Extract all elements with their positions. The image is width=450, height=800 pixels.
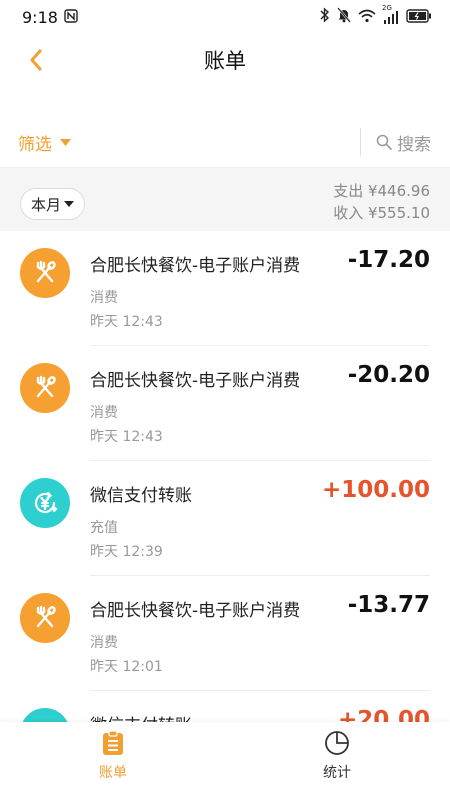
back-button[interactable] [22,46,50,74]
transaction-row[interactable]: 合肥长快餐饮-电子账户消费 消费 昨天 12:43 -17.20 [0,231,450,346]
totals: 支出 ¥446.96 收入 ¥555.10 [333,180,430,224]
tab-bill-label: 账单 [99,765,127,781]
status-left: 9:18 [22,8,78,27]
chevron-left-icon [30,49,42,71]
transaction-title: 合肥长快餐饮-电子账户消费 [90,371,301,391]
page-title: 账单 [204,49,246,73]
expense-total: 支出 ¥446.96 [333,182,430,200]
bill-list-icon [103,730,123,755]
transaction-time: 昨天 12:43 [90,429,163,445]
transaction-amount: +20.00 [337,707,430,722]
network-badge: 2G [382,4,392,12]
transaction-time: 昨天 12:43 [90,314,163,330]
transaction-category: 消费 [90,635,118,651]
fork-spoon-icon [20,363,70,413]
transaction-title: 合肥长快餐饮-电子账户消费 [90,601,301,621]
yuan-transfer-icon [20,708,70,722]
filter-label: 筛选 [18,134,52,155]
transaction-amount: -13.77 [347,592,430,618]
month-label: 本月 [31,195,62,214]
caret-down-icon [60,138,71,146]
transaction-row[interactable]: 合肥长快餐饮-电子账户消费 消费 昨天 12:01 -13.77 [0,576,450,691]
nav-bar: 账单 [0,34,450,86]
nfc-icon [64,8,78,27]
status-time: 9:18 [22,7,58,27]
bluetooth-icon [320,7,330,27]
month-summary: 本月 支出 ¥446.96 收入 ¥555.10 [0,167,450,231]
wifi-icon [358,8,376,27]
status-right: 2G [320,4,432,27]
search-icon [376,134,392,150]
filter-divider [360,128,361,156]
mute-bell-icon [337,7,351,27]
fork-spoon-icon [20,593,70,643]
search-button[interactable]: 搜索 [376,126,431,158]
transaction-category: 消费 [90,405,118,421]
transaction-amount: -20.20 [347,362,430,388]
transaction-title: 合肥长快餐饮-电子账户消费 [90,256,301,276]
cellular-signal-icon: 2G [382,4,399,24]
transaction-title: 微信支付转账 [90,486,192,506]
battery-icon [406,8,432,27]
caret-down-icon [64,201,75,207]
transaction-category: 消费 [90,290,118,306]
status-bar: 9:18 2G [0,0,450,34]
transaction-amount: +100.00 [321,477,430,503]
bottom-tab-bar: 账单 统计 [0,722,450,800]
month-selector[interactable]: 本月 [20,188,86,220]
tab-statistics[interactable]: 统计 [277,730,397,792]
transaction-list: 合肥长快餐饮-电子账户消费 消费 昨天 12:43 -17.20 合肥长快餐饮-… [0,231,450,722]
tab-statistics-label: 统计 [323,765,351,781]
tab-bill[interactable]: 账单 [53,730,173,792]
transaction-row[interactable]: 合肥长快餐饮-电子账户消费 消费 昨天 12:43 -20.20 [0,346,450,461]
transaction-amount: -17.20 [347,247,430,273]
pie-chart-icon [325,731,349,755]
income-total: 收入 ¥555.10 [333,204,430,222]
transaction-row[interactable]: 微信支付转账 +20.00 [0,691,450,722]
transaction-title: 微信支付转账 [90,711,192,722]
filter-button[interactable]: 筛选 [18,130,71,155]
yuan-transfer-icon [20,478,70,528]
transaction-row[interactable]: 微信支付转账 充值 昨天 12:39 +100.00 [0,461,450,576]
transaction-time: 昨天 12:01 [90,659,163,675]
filter-bar: 筛选 搜索 [0,118,450,166]
fork-spoon-icon [20,248,70,298]
transaction-time: 昨天 12:39 [90,544,163,560]
search-label: 搜索 [397,134,431,155]
transaction-category: 充值 [90,520,118,536]
